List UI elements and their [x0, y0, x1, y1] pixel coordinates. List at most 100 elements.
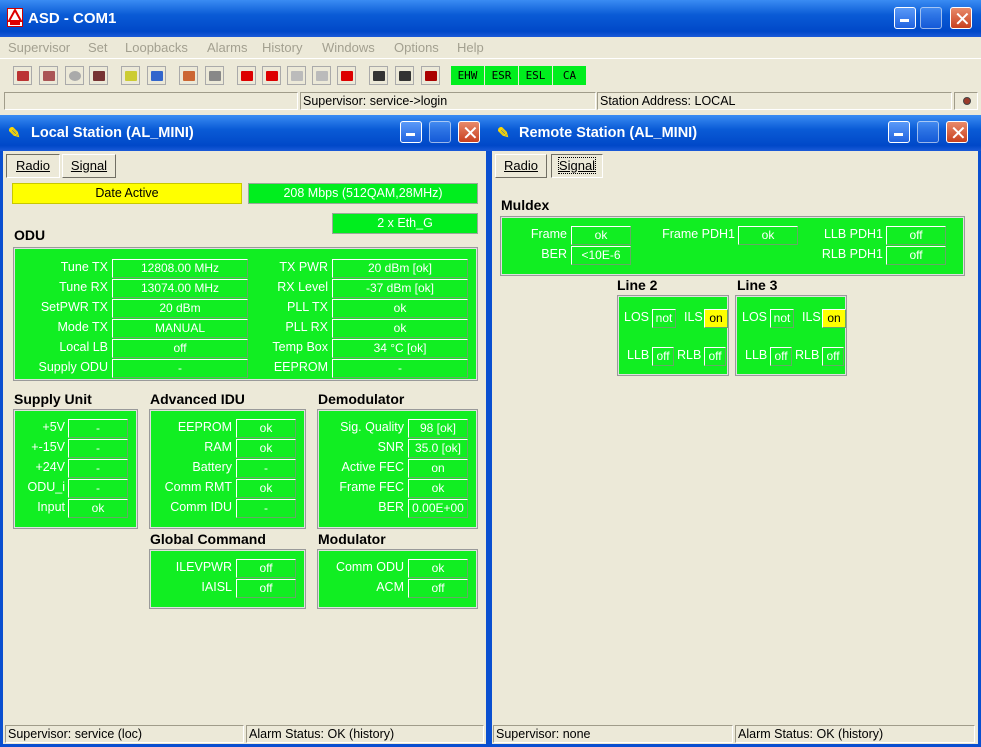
- menu-set[interactable]: Set: [88, 40, 108, 55]
- menu-loopbacks[interactable]: Loopbacks: [125, 40, 188, 55]
- odu-tune-tx-value: 12808.00 MHz: [112, 259, 248, 278]
- alarm4-icon[interactable]: [312, 66, 331, 85]
- local-station-title: Local Station (AL_MINI): [31, 125, 194, 141]
- odu-eeprom-value: -: [332, 359, 468, 378]
- remote-tab-signal[interactable]: Signal: [551, 154, 603, 178]
- disconnect-icon[interactable]: [13, 66, 32, 85]
- remote-minimize-button[interactable]: [888, 121, 910, 143]
- demod-active-fec-value: on: [408, 459, 468, 478]
- remote-close-button[interactable]: ✕: [946, 121, 968, 145]
- alarm3-icon[interactable]: [287, 66, 306, 85]
- remote-tab-radio[interactable]: Radio: [495, 154, 547, 178]
- remote-maximize-button[interactable]: [917, 121, 939, 143]
- modulator-heading: Modulator: [318, 531, 386, 547]
- local-tab-signal[interactable]: Signal: [62, 154, 116, 178]
- global-iaisl-value: off: [236, 579, 296, 598]
- maximize-button[interactable]: [920, 7, 942, 29]
- wand2-icon[interactable]: [147, 66, 166, 85]
- alarm5-icon[interactable]: [337, 66, 356, 85]
- odu-heading: ODU: [14, 227, 46, 243]
- supply--15v-value: -: [68, 439, 128, 458]
- status-empty: [4, 92, 298, 110]
- alarm1-icon[interactable]: [237, 66, 256, 85]
- line2-llb-label: LLB: [627, 348, 650, 362]
- odu-local-lb-value: off: [112, 339, 248, 358]
- muldex-ber-value: <10E-6: [571, 246, 631, 265]
- supply--24v-value: -: [68, 459, 128, 478]
- local-maximize-button[interactable]: [429, 121, 451, 143]
- odu-pll-tx-label: PLL TX: [287, 300, 328, 314]
- odu-tune-rx-label: Tune RX: [59, 280, 108, 294]
- odu-pll-rx-label: PLL RX: [285, 320, 328, 334]
- demod-ber-label: BER: [378, 500, 404, 514]
- odu-temp-box-value: 34 °C [ok]: [332, 339, 468, 358]
- odu-setpwr-tx-label: SetPWR TX: [40, 300, 108, 314]
- demod-ber-value: 0.00E+00: [408, 499, 468, 518]
- connect-icon[interactable]: [39, 66, 58, 85]
- local-close-button[interactable]: ✕: [458, 121, 480, 145]
- odu-rx-level-value: -37 dBm [ok]: [332, 279, 468, 298]
- line2-rlb-label: RLB: [677, 348, 702, 362]
- line2-los-label: LOS: [624, 310, 650, 324]
- muldex-rlb-pdh1-label: RLB PDH1: [821, 247, 883, 261]
- line3-llb-value: off: [770, 347, 792, 366]
- global-ilevpwr-value: off: [236, 559, 296, 578]
- supervisor-status: Supervisor: service->login: [300, 92, 596, 110]
- menu-alarms[interactable]: Alarms: [207, 40, 247, 55]
- indicator-esr: ESR: [485, 66, 518, 85]
- equalizer-icon[interactable]: [369, 66, 388, 85]
- menu-help[interactable]: Help: [457, 40, 484, 55]
- line2-ils-value: on: [704, 309, 728, 328]
- supply-odu-i-label: ODU_i: [27, 480, 65, 494]
- odu-mode-tx-value: MANUAL: [112, 319, 248, 338]
- odu-supply-odu-label: Supply ODU: [38, 360, 108, 374]
- local-tab-radio[interactable]: Radio: [6, 154, 60, 178]
- demodulator-heading: Demodulator: [318, 391, 405, 407]
- grid-icon[interactable]: [395, 66, 414, 85]
- menu-history[interactable]: History: [262, 40, 302, 55]
- speaker-icon[interactable]: [205, 66, 224, 85]
- menu-options[interactable]: Options: [394, 40, 439, 55]
- odu-pll-rx-value: ok: [332, 319, 468, 338]
- save-icon[interactable]: [89, 66, 108, 85]
- line3-heading: Line 3: [737, 277, 778, 293]
- mod-acm-label: ACM: [376, 580, 404, 594]
- muldex-llb-pdh1-label: LLB PDH1: [823, 227, 883, 241]
- indicator-ca: CA: [553, 66, 586, 85]
- connection-indicator: [954, 92, 978, 110]
- muldex-frame-pdh1-label: Frame PDH1: [662, 227, 735, 241]
- odu-setpwr-tx-value: 20 dBm: [112, 299, 248, 318]
- app-title: ASD - COM1: [28, 10, 117, 27]
- adv-idu-comm-idu-label: Comm IDU: [170, 500, 232, 514]
- supply-input-label: Input: [37, 500, 65, 514]
- odu-tune-tx-label: Tune TX: [60, 260, 108, 274]
- stop-icon[interactable]: [65, 66, 84, 85]
- adv-idu-battery-value: -: [236, 459, 296, 478]
- wand-icon[interactable]: [121, 66, 140, 85]
- alarm2-icon[interactable]: [262, 66, 281, 85]
- supply--5v-value: -: [68, 419, 128, 438]
- minimize-button[interactable]: [894, 7, 916, 29]
- local-supervisor-status: Supervisor: service (loc): [5, 725, 244, 743]
- mod-comm-odu-label: Comm ODU: [335, 560, 404, 574]
- line2-los-value: not: [652, 309, 676, 328]
- eth-indicator: 2 x Eth_G: [332, 213, 478, 234]
- global-ilevpwr-label: ILEVPWR: [175, 560, 232, 574]
- adv-idu-battery-label: Battery: [192, 460, 232, 474]
- mod-acm-value: off: [408, 579, 468, 598]
- app-titlebar[interactable]: ASD - COM1: [0, 0, 981, 37]
- demod-frame-fec-value: ok: [408, 479, 468, 498]
- menu-windows[interactable]: Windows: [322, 40, 375, 55]
- tools-icon[interactable]: [179, 66, 198, 85]
- local-minimize-button[interactable]: [400, 121, 422, 143]
- menu-bar: Supervisor Set Loopbacks Alarms History Windo…: [0, 37, 981, 59]
- close-button[interactable]: ✕: [950, 7, 972, 31]
- bar-chart-icon[interactable]: [421, 66, 440, 85]
- adv-idu-ram-value: ok: [236, 439, 296, 458]
- odu-mode-tx-label: Mode TX: [57, 320, 109, 334]
- demod-sig-quality-label: Sig. Quality: [340, 420, 404, 434]
- menu-supervisor[interactable]: Supervisor: [8, 40, 70, 55]
- muldex-heading: Muldex: [501, 197, 550, 213]
- line2-rlb-value: off: [704, 347, 726, 366]
- muldex-frame-label: Frame: [530, 227, 567, 241]
